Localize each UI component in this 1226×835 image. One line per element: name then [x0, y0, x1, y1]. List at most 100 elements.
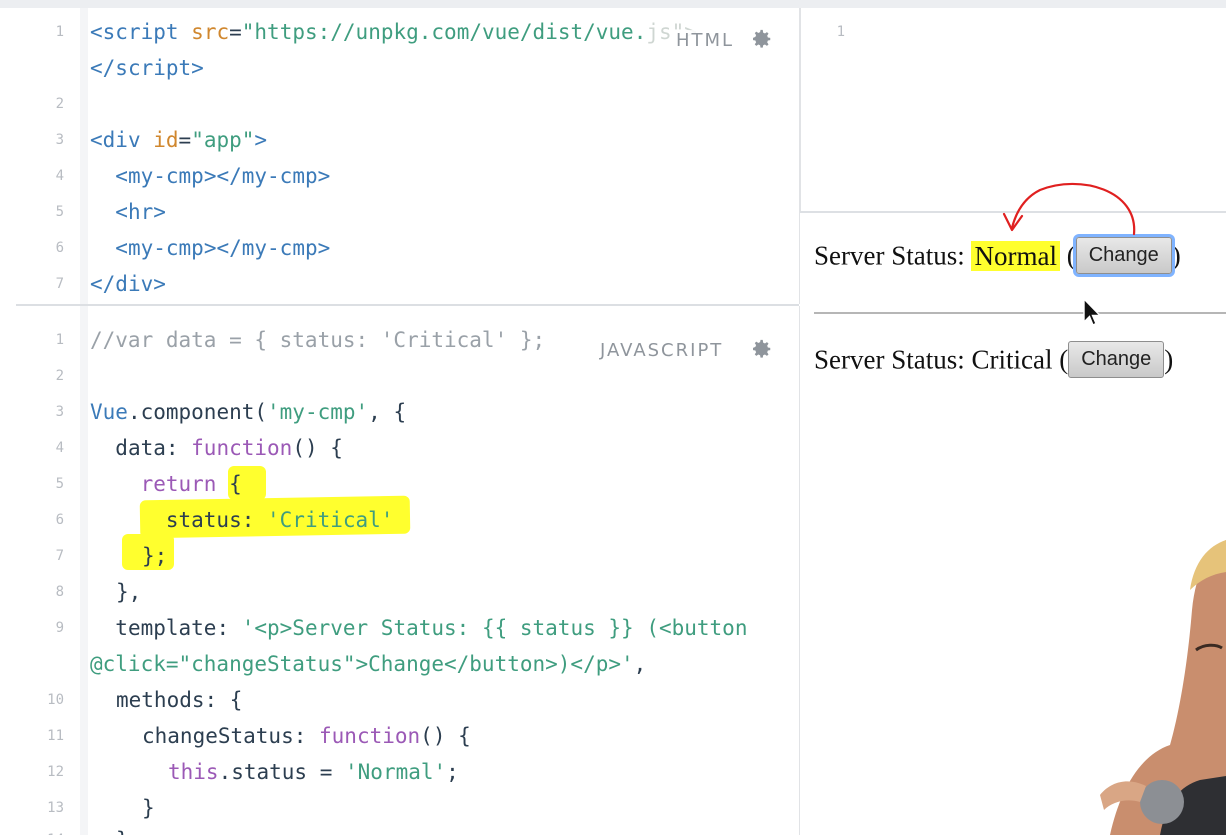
code-text: <script src="https://unpkg.com/vue/dist/…	[90, 14, 697, 50]
code-text: changeStatus: function() {	[142, 718, 471, 754]
code-token: <	[115, 236, 128, 260]
code-token: .component(	[127, 400, 268, 424]
code-token: this	[168, 760, 219, 784]
server-status-row-1: Server Status: Normal (Change)	[814, 237, 1181, 277]
presenter-webcam	[1100, 540, 1226, 835]
line-number: 11	[47, 728, 64, 744]
javascript-editor[interactable]: 1 //var data = { status: 'Critical' }; 2…	[0, 306, 800, 835]
code-token: <	[115, 200, 128, 224]
code-token: src	[191, 20, 230, 44]
gutter-wrap-indicator	[80, 8, 88, 304]
editor-column: 1 <script src="https://unpkg.com/vue/dis…	[0, 8, 800, 835]
code-token: () {	[420, 724, 471, 748]
line-number: 9	[55, 620, 64, 636]
code-token: return	[140, 472, 217, 496]
code-token: >	[254, 128, 268, 152]
code-text: //var data = { status: 'Critical' };	[90, 328, 546, 352]
code-token: my-cmp	[127, 164, 204, 188]
code-token: my-cmp	[241, 164, 318, 188]
line-number: 7	[55, 276, 64, 292]
code-token: =	[229, 20, 242, 44]
code-token: () {	[292, 436, 343, 460]
paren-open: (	[1059, 240, 1076, 271]
change-button[interactable]: Change	[1075, 237, 1172, 274]
paren-open: (	[1052, 344, 1069, 375]
code-token: {	[216, 472, 242, 496]
status-prefix: Server Status:	[814, 344, 972, 375]
line-number: 7	[55, 548, 64, 564]
html-panel-label: HTML	[676, 30, 735, 51]
server-status-row-2: Server Status: Critical (Change)	[814, 341, 1174, 381]
code-token: my-cmp	[127, 236, 204, 260]
mouse-cursor-icon	[1083, 298, 1102, 326]
line-number: 5	[55, 204, 64, 220]
code-token: ,	[633, 652, 647, 676]
code-token: @click="changeStatus">Change</button>)</…	[90, 652, 634, 676]
annotation-arrow-icon	[1002, 182, 1136, 236]
code-token: script	[115, 56, 192, 80]
code-token: template:	[115, 616, 242, 640]
code-text: <my-cmp></my-cmp>	[90, 230, 330, 266]
code-text: },	[116, 580, 142, 604]
line-number: 3	[55, 404, 64, 420]
line-number: 2	[55, 96, 64, 112]
code-text: return {	[90, 466, 242, 502]
horizontal-rule	[814, 312, 1226, 314]
status-prefix: Server Status:	[814, 240, 972, 271]
code-text: data: function() {	[90, 430, 343, 466]
code-token: my-cmp	[241, 236, 318, 260]
code-token: function	[319, 724, 421, 748]
html-editor[interactable]: 1 <script src="https://unpkg.com/vue/dis…	[0, 8, 800, 304]
gear-icon[interactable]	[751, 28, 773, 50]
code-token: hr	[127, 200, 154, 224]
code-token: , {	[368, 400, 407, 424]
code-token: .status =	[218, 760, 346, 784]
code-text: <hr>	[90, 194, 166, 230]
code-text: @click="changeStatus">Change</button>)</…	[90, 646, 646, 682]
code-token: 'Normal'	[345, 760, 447, 784]
code-token: <	[90, 128, 103, 152]
change-button[interactable]: Change	[1068, 341, 1165, 378]
code-token: <	[90, 20, 103, 44]
code-token: function	[191, 436, 293, 460]
code-token: ></	[203, 236, 242, 260]
code-text: <div id="app">	[90, 122, 267, 158]
code-text: status: 'Critical'	[90, 502, 394, 538]
code-token: ;	[446, 760, 459, 784]
line-number: 1	[836, 24, 845, 40]
code-token: script	[102, 20, 179, 44]
code-token: </	[90, 272, 116, 296]
code-token: =	[178, 128, 192, 152]
code-token: ></	[203, 164, 242, 188]
line-number: 12	[47, 764, 64, 780]
paren-close: )	[1164, 344, 1174, 375]
code-token: div	[102, 128, 141, 152]
code-token: changeStatus:	[142, 724, 320, 748]
line-number: 14	[20, 822, 64, 835]
code-text: Vue.component('my-cmp', {	[90, 394, 406, 430]
code-text: }	[116, 822, 129, 835]
code-token: id	[153, 128, 179, 152]
line-number: 4	[55, 440, 64, 456]
code-text: template: '<p>Server Status: {{ status }…	[90, 610, 747, 646]
line-number: 3	[55, 132, 64, 148]
gutter-wrap-indicator	[80, 306, 88, 835]
line-number: 8	[55, 584, 64, 600]
status-value: Normal	[971, 240, 1060, 271]
status-value: Critical	[971, 344, 1053, 375]
code-token: div	[115, 272, 154, 296]
code-token: 'Critical'	[267, 508, 394, 532]
line-number: 1	[55, 332, 64, 348]
code-text: }	[142, 796, 155, 820]
top-toolbar	[0, 0, 1226, 8]
line-number: 13	[47, 800, 64, 816]
code-text: </script>	[90, 50, 204, 86]
code-token: >	[317, 164, 331, 188]
code-text: <my-cmp></my-cmp>	[90, 158, 330, 194]
javascript-panel-label: JAVASCRIPT	[600, 340, 724, 361]
gear-icon[interactable]	[751, 338, 773, 360]
code-text: </div>	[90, 266, 166, 302]
code-token: >	[153, 200, 166, 224]
code-text: methods: {	[116, 688, 243, 712]
line-number: 5	[55, 476, 64, 492]
